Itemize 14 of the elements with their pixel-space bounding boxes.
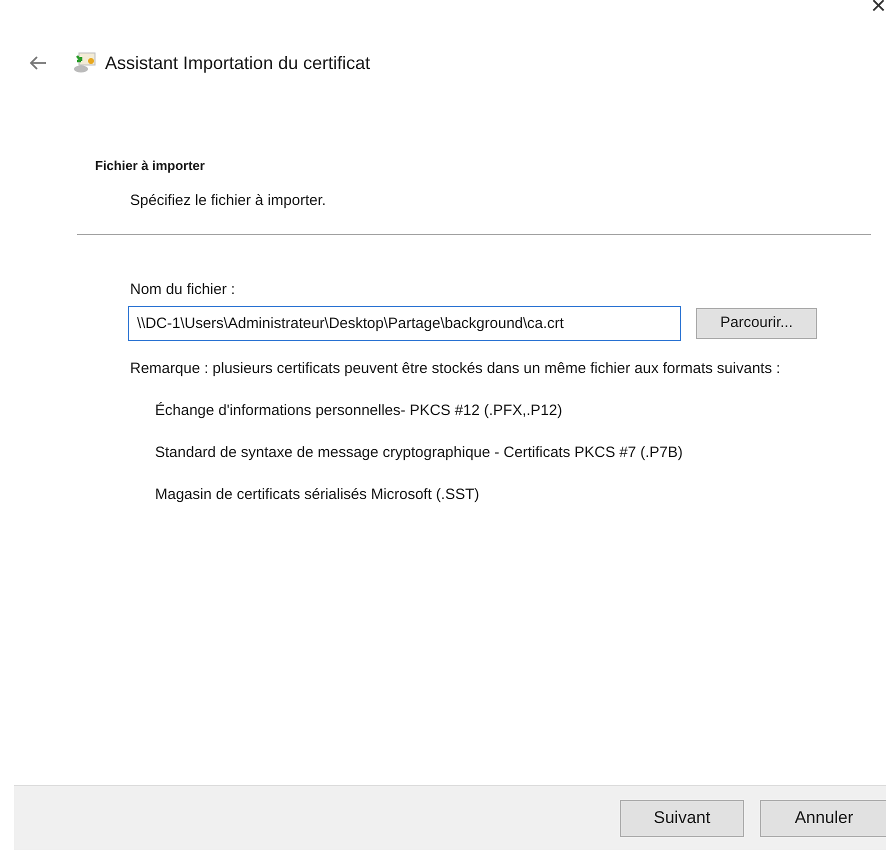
next-button[interactable]: Suivant: [620, 800, 744, 836]
file-name-label: Nom du fichier :: [130, 280, 236, 300]
remark-text: Remarque : plusieurs certificats peuvent être stockés dans un même fichier aux formats suivants :: [130, 358, 782, 378]
browse-button[interactable]: Parcourir...: [696, 308, 817, 338]
section-description: Spécifiez le fichier à importer.: [130, 190, 327, 210]
file-name-field[interactable]: \\DC-1\Users\Administrateur\Desktop\Partage\background\ca.crt: [128, 306, 681, 340]
format-item: Standard de syntaxe de message cryptographique - Certificats PKCS #7 (.P7B): [155, 442, 684, 462]
section-heading: Fichier à importer: [95, 157, 206, 175]
format-item: Échange d'informations personnelles- PKCS #12 (.PFX,.P12): [155, 400, 564, 420]
cancel-button[interactable]: Annuler: [760, 800, 886, 836]
format-item: Magasin de certificats sérialisés Microsoft (.SST): [155, 484, 480, 504]
wizard-title: Assistant Importation du certificat: [105, 52, 370, 75]
back-arrow-icon[interactable]: [28, 55, 48, 71]
certificate-icon: [73, 52, 97, 74]
